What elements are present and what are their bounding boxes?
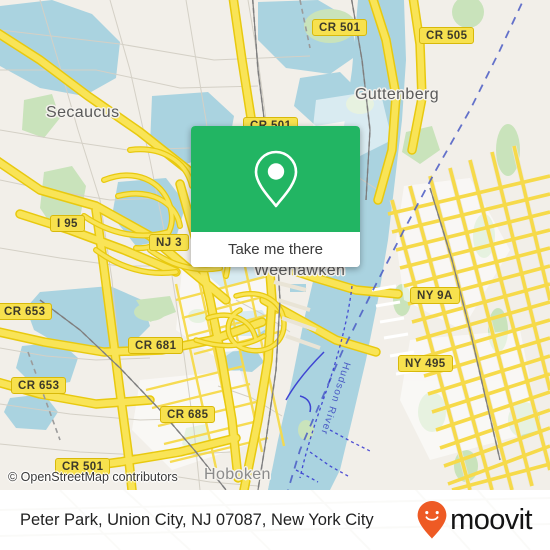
road-shield: NJ 3 <box>149 234 189 251</box>
location-address: Peter Park, Union City, NJ 07087, New Yo… <box>20 510 374 529</box>
road-shield: I 95 <box>50 215 85 232</box>
footer-bar: Peter Park, Union City, NJ 07087, New Yo… <box>0 490 550 550</box>
map-pin-icon <box>254 150 297 208</box>
road-shield: CR 653 <box>0 303 53 320</box>
moovit-pin-icon <box>417 501 447 539</box>
road-shield: CR 685 <box>160 406 216 423</box>
screenshot-root: Secaucus Guttenberg Weehawken Hoboken Hu… <box>0 0 550 550</box>
road-shield: NY 9A <box>410 287 460 304</box>
take-me-there-button[interactable]: Take me there <box>191 232 360 267</box>
map-place-label: Hoboken <box>204 466 271 483</box>
road-shield: CR 501 <box>312 19 368 36</box>
road-shield: CR 681 <box>128 337 184 354</box>
map-place-label: Secaucus <box>46 104 120 121</box>
road-shield: CR 653 <box>11 377 67 394</box>
popup-header <box>191 126 360 232</box>
map-canvas[interactable]: Secaucus Guttenberg Weehawken Hoboken Hu… <box>0 0 550 490</box>
moovit-wordmark: moovit <box>450 503 532 536</box>
location-popup-card[interactable]: Take me there <box>191 126 360 267</box>
road-shield: NY 495 <box>398 355 453 372</box>
moovit-logo: moovit <box>416 500 533 540</box>
road-shield: CR 505 <box>419 27 475 44</box>
map-place-label: Guttenberg <box>355 86 440 103</box>
map-attribution: © OpenStreetMap contributors <box>8 470 178 484</box>
